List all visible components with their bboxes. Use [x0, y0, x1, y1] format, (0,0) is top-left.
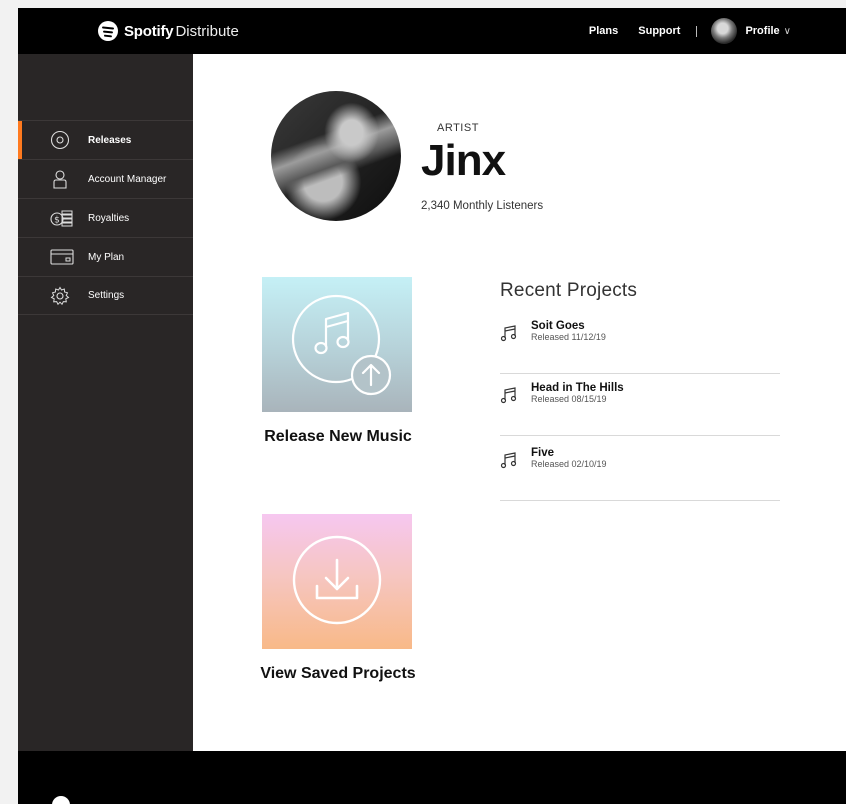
footer [18, 751, 846, 804]
project-release-date: Released 02/10/19 [531, 459, 607, 469]
sidebar-item-label: Releases [88, 134, 132, 146]
nav-divider [696, 25, 698, 37]
sidebar-item-label: Royalties [88, 212, 130, 224]
svg-text:$: $ [54, 216, 60, 226]
top-nav: Plans Support Profile ∨ [569, 8, 791, 54]
artist-photo [271, 91, 401, 221]
artist-name: Jinx [421, 136, 506, 185]
sidebar: Releases Account Manager $ Royalties My … [18, 54, 193, 751]
monthly-listeners: 2,340 Monthly Listeners [421, 200, 544, 212]
profile-menu-label[interactable]: Profile [745, 25, 779, 37]
music-note-icon [500, 325, 517, 342]
recent-project-item[interactable]: Five Released 02/10/19 [500, 439, 780, 501]
sidebar-item-releases[interactable]: Releases [18, 120, 193, 159]
music-upload-icon [291, 294, 392, 396]
music-note-icon [500, 387, 517, 404]
music-note-icon [500, 452, 517, 469]
project-name: Five [531, 447, 555, 459]
view-saved-projects-tile[interactable] [262, 514, 412, 649]
sidebar-item-royalties[interactable]: $ Royalties [18, 198, 193, 237]
sidebar-item-my-plan[interactable]: My Plan [18, 237, 193, 276]
card-icon [50, 249, 88, 265]
nav-support-link[interactable]: Support [638, 25, 680, 37]
artist-label: ARTIST [437, 122, 479, 134]
project-name: Head in The Hills [531, 382, 624, 394]
brand-product: Distribute [175, 22, 239, 40]
coins-icon: $ [50, 208, 88, 228]
profile-avatar[interactable] [711, 18, 738, 44]
disc-icon [50, 130, 88, 150]
user-icon [50, 169, 88, 189]
release-new-music-tile[interactable] [262, 277, 412, 412]
chevron-down-icon[interactable]: ∨ [784, 26, 791, 37]
top-bar: Spotify Distribute Plans Support Profile… [18, 8, 846, 54]
sidebar-nav: Releases Account Manager $ Royalties My … [18, 120, 193, 315]
recent-projects-title: Recent Projects [500, 280, 638, 301]
spotify-logo-icon [98, 21, 118, 41]
sidebar-item-label: Settings [88, 290, 125, 301]
view-saved-projects-label[interactable]: View Saved Projects [213, 665, 463, 683]
sidebar-item-label: My Plan [88, 251, 125, 263]
project-name: Soit Goes [531, 320, 585, 332]
sidebar-item-settings[interactable]: Settings [18, 276, 193, 315]
download-icon [292, 535, 382, 625]
main-content: ARTIST Jinx 2,340 Monthly Listeners Rele… [193, 54, 846, 751]
spotify-logo-icon [52, 796, 70, 804]
brand-logo-link[interactable]: Spotify Distribute [98, 20, 239, 42]
gear-icon [50, 286, 88, 306]
recent-project-item[interactable]: Soit Goes Released 11/12/19 [500, 312, 780, 374]
sidebar-item-label: Account Manager [88, 173, 167, 185]
recent-project-item[interactable]: Head in The Hills Released 08/15/19 [500, 374, 780, 436]
brand-name: Spotify [124, 22, 174, 40]
release-new-music-label[interactable]: Release New Music [213, 428, 463, 446]
nav-plans-link[interactable]: Plans [589, 25, 618, 37]
app-frame: Spotify Distribute Plans Support Profile… [18, 8, 846, 804]
sidebar-item-account-manager[interactable]: Account Manager [18, 159, 193, 198]
project-release-date: Released 08/15/19 [531, 394, 607, 404]
project-release-date: Released 11/12/19 [531, 332, 606, 342]
